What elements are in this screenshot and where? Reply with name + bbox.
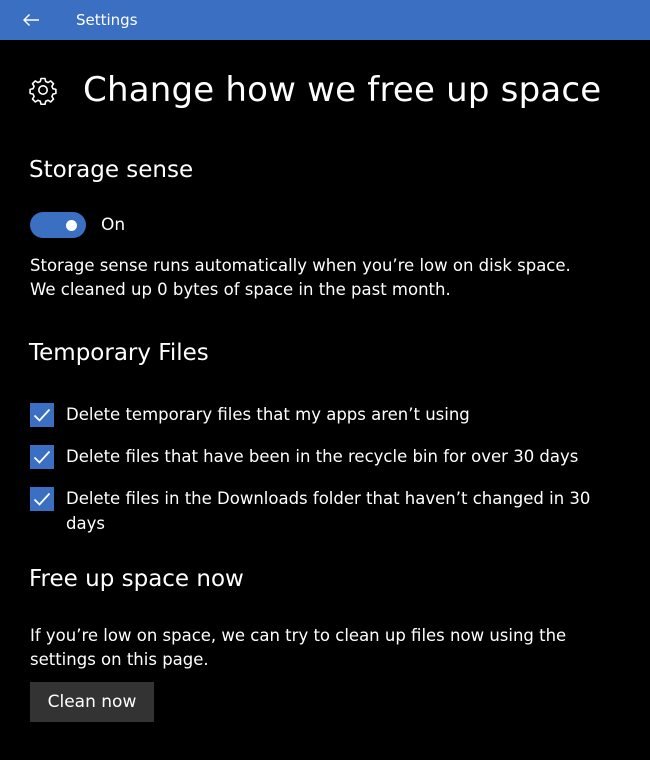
recycle-bin-option[interactable]: Delete files that have been in the recyc… [30, 444, 611, 469]
storage-sense-description-line2: We cleaned up 0 bytes of space in the pa… [30, 280, 451, 299]
toggle-knob [66, 219, 77, 231]
toggle-state-label: On [101, 215, 126, 235]
checkbox-label: Delete files that have been in the recyc… [66, 447, 579, 466]
checkmark-icon [33, 492, 51, 506]
storage-sense-heading: Storage sense [29, 157, 194, 183]
checkmark-icon [33, 450, 51, 464]
free-up-space-heading: Free up space now [29, 566, 244, 592]
page-header: Change how we free up space [28, 70, 601, 110]
back-button[interactable] [0, 0, 62, 40]
clean-now-button[interactable]: Clean now [30, 682, 154, 722]
free-up-space-description: If you’re low on space, we can try to cl… [30, 626, 567, 669]
storage-sense-description-line1: Storage sense runs automatically when yo… [30, 256, 571, 275]
checkmark-icon [33, 408, 51, 422]
checkbox[interactable] [30, 445, 54, 469]
title-bar: Settings [0, 0, 650, 40]
back-arrow-icon [23, 14, 39, 26]
downloads-folder-option[interactable]: Delete files in the Downloads folder tha… [30, 486, 611, 536]
temporary-files-heading: Temporary Files [29, 340, 209, 366]
checkbox-label: Delete temporary files that my apps aren… [66, 405, 470, 424]
temp-files-option[interactable]: Delete temporary files that my apps aren… [30, 402, 611, 427]
storage-sense-description: Storage sense runs automatically when yo… [30, 254, 620, 302]
gear-icon [29, 77, 57, 105]
storage-sense-toggle[interactable] [30, 212, 86, 238]
app-title: Settings [76, 11, 138, 29]
page-title: Change how we free up space [83, 70, 602, 110]
checkbox-label: Delete files in the Downloads folder tha… [66, 489, 591, 533]
checkbox[interactable] [30, 403, 54, 427]
checkbox[interactable] [30, 487, 54, 511]
storage-sense-toggle-row: On [30, 212, 125, 238]
